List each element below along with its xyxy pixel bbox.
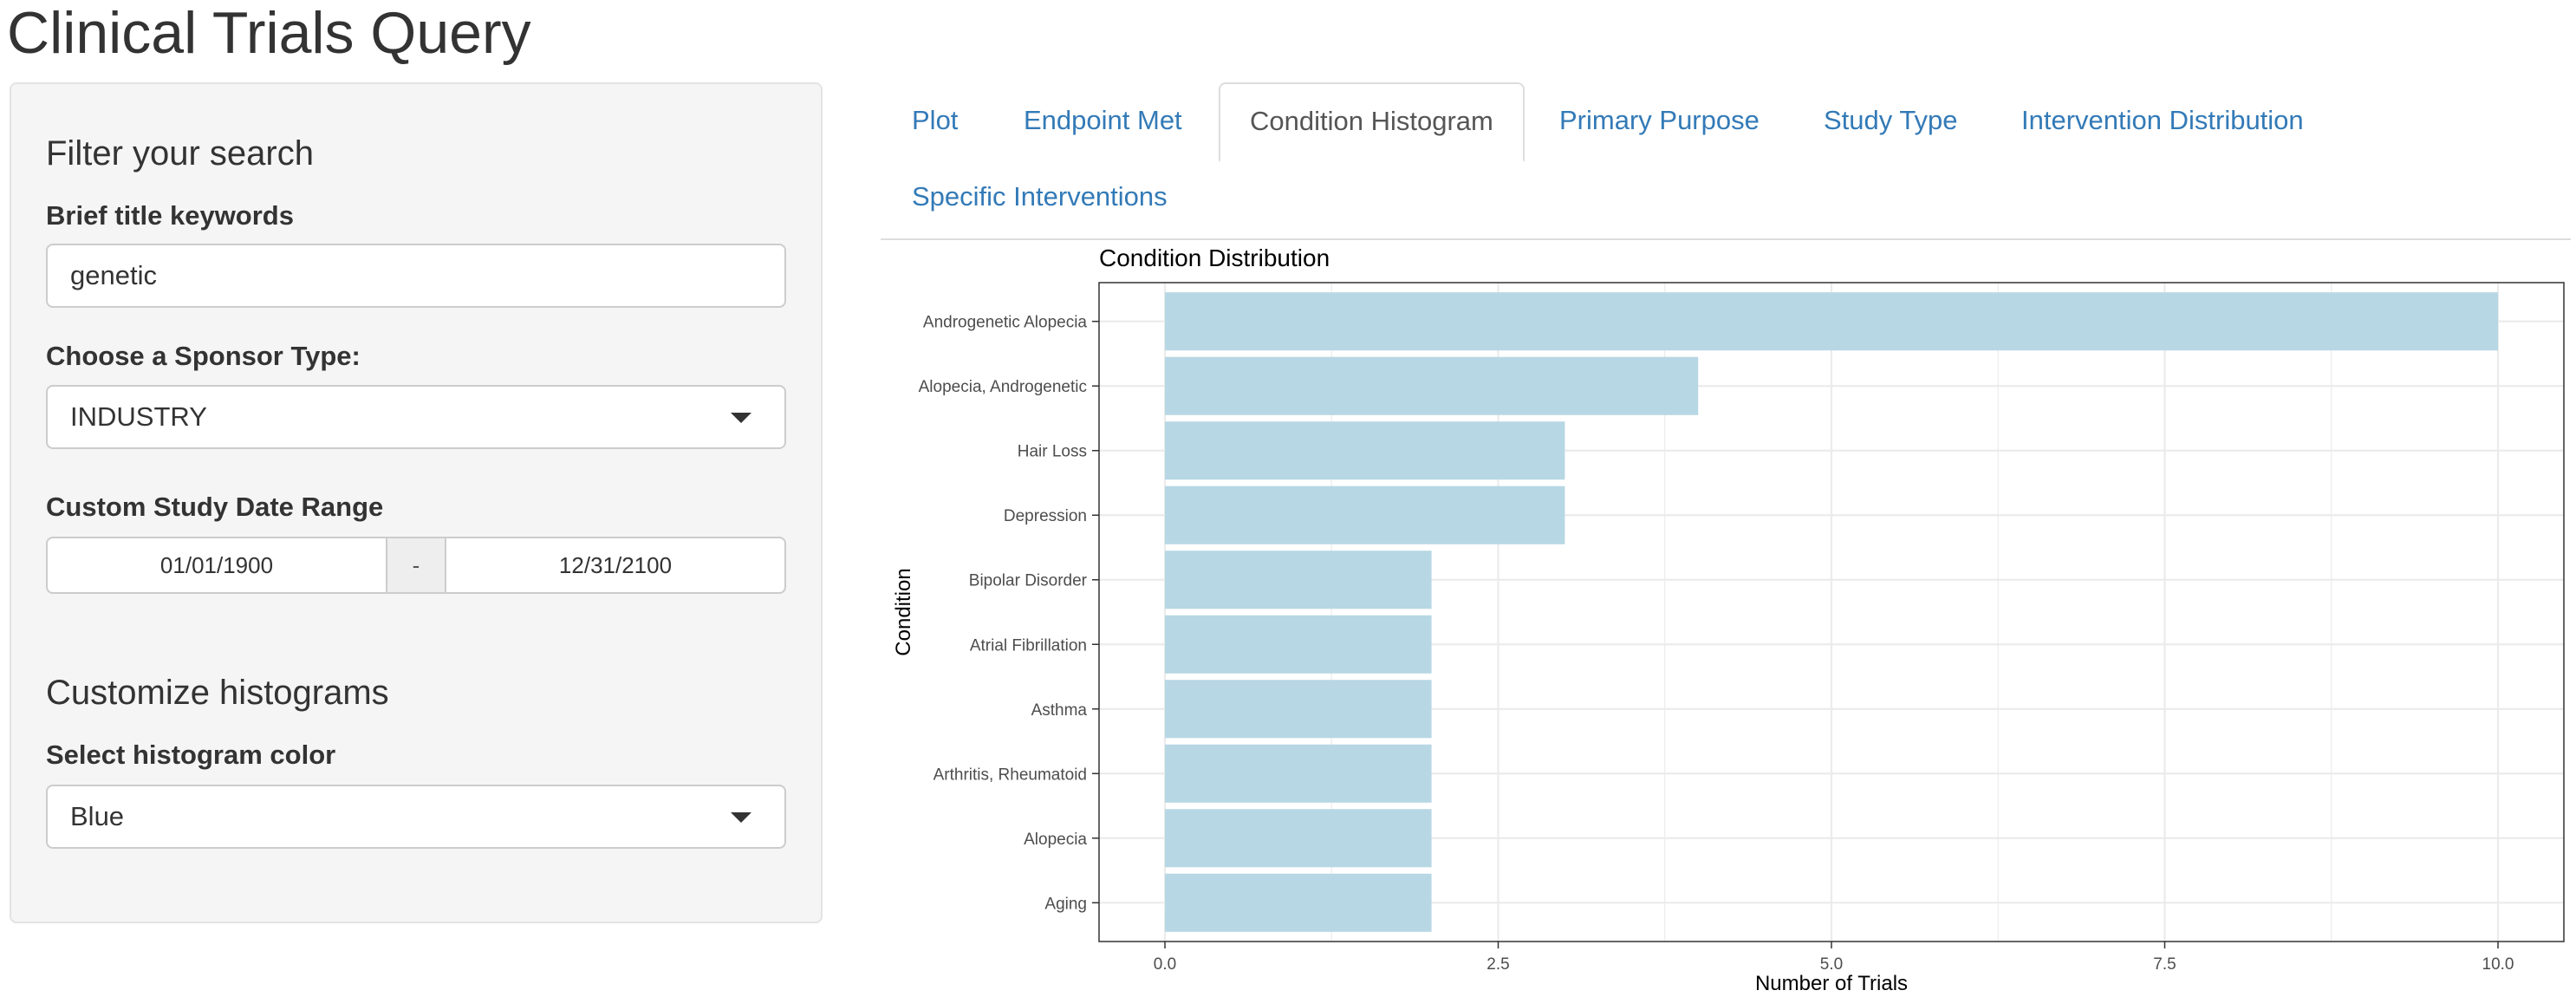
chevron-down-icon: [731, 413, 751, 423]
date-start-input[interactable]: [46, 537, 387, 594]
tab-plot[interactable]: Plot: [912, 82, 958, 159]
y-tick-label: Androgenetic Alopecia: [923, 314, 1088, 332]
date-range-label: Custom Study Date Range: [46, 492, 384, 522]
keywords-label: Brief title keywords: [46, 200, 294, 231]
date-range-picker: -: [46, 537, 786, 594]
color-label: Select histogram color: [46, 740, 336, 770]
bar-asthma: [1165, 680, 1432, 739]
y-axis-label: Condition: [892, 568, 915, 655]
bar-alopecia: [1165, 809, 1432, 868]
condition-histogram-chart: Condition Distribution Androgenetic Alop…: [892, 244, 2565, 995]
color-selected-value: Blue: [70, 801, 125, 831]
x-tick-label: 2.5: [1486, 955, 1509, 974]
y-tick-label: Asthma: [1031, 701, 1088, 720]
y-axis-ticks: Androgenetic Alopecia Alopecia, Androgene…: [919, 314, 1099, 913]
x-tick-label: 0.0: [1154, 955, 1176, 974]
bar-depression: [1165, 485, 1565, 544]
bar-alopecia-androgenetic: [1165, 356, 1699, 415]
bar-aging: [1165, 873, 1432, 932]
filter-sidebar: Filter your search Brief title keywords …: [10, 82, 823, 923]
y-tick-label: Alopecia: [1024, 831, 1087, 849]
y-tick-label: Hair Loss: [1018, 443, 1087, 461]
x-tick-label: 10.0: [2482, 955, 2514, 974]
x-axis-ticks: 0.0 2.5 5.0 7.5 10.0: [1154, 942, 2514, 974]
sponsor-label: Choose a Sponsor Type:: [46, 341, 361, 371]
y-tick-label: Atrial Fibrillation: [970, 636, 1087, 655]
color-select[interactable]: Blue: [46, 785, 786, 849]
y-tick-label: Alopecia, Androgenetic: [919, 378, 1087, 396]
tab-specific-interventions[interactable]: Specific Interventions: [912, 159, 1168, 235]
sponsor-selected-value: INDUSTRY: [70, 401, 207, 432]
y-tick-label: Depression: [1004, 507, 1087, 525]
y-tick-label: Arthritis, Rheumatoid: [933, 766, 1087, 784]
y-tick-label: Aging: [1044, 895, 1087, 913]
tab-bar: Plot Endpoint Met Condition Histogram Pr…: [881, 82, 2571, 240]
chevron-down-icon: [731, 812, 751, 823]
tab-primary-purpose[interactable]: Primary Purpose: [1559, 82, 1760, 159]
date-end-input[interactable]: [445, 537, 786, 594]
tab-endpoint-met[interactable]: Endpoint Met: [1024, 82, 1182, 159]
x-tick-label: 7.5: [2153, 955, 2176, 974]
bar-androgenetic-alopecia: [1165, 292, 2498, 351]
app-title: Clinical Trials Query: [7, 0, 531, 66]
x-tick-label: 5.0: [1820, 955, 1843, 974]
sponsor-select[interactable]: INDUSTRY: [46, 385, 786, 449]
bar-arthritis-rheumatoid: [1165, 744, 1432, 803]
tab-condition-histogram[interactable]: Condition Histogram: [1219, 82, 1525, 162]
bar-atrial-fibrillation: [1165, 615, 1432, 674]
x-axis-label: Number of Trials: [1755, 972, 1908, 995]
chart-title: Condition Distribution: [1099, 244, 1330, 271]
filter-heading: Filter your search: [46, 134, 314, 173]
y-tick-label: Bipolar Disorder: [969, 572, 1088, 590]
bar-hair-loss: [1165, 421, 1565, 480]
bar-bipolar-disorder: [1165, 551, 1432, 609]
tab-intervention-distribution[interactable]: Intervention Distribution: [2021, 82, 2304, 159]
date-separator: -: [387, 537, 445, 594]
tab-study-type[interactable]: Study Type: [1824, 82, 1958, 159]
keywords-input[interactable]: [46, 244, 786, 308]
customize-heading: Customize histograms: [46, 674, 389, 712]
